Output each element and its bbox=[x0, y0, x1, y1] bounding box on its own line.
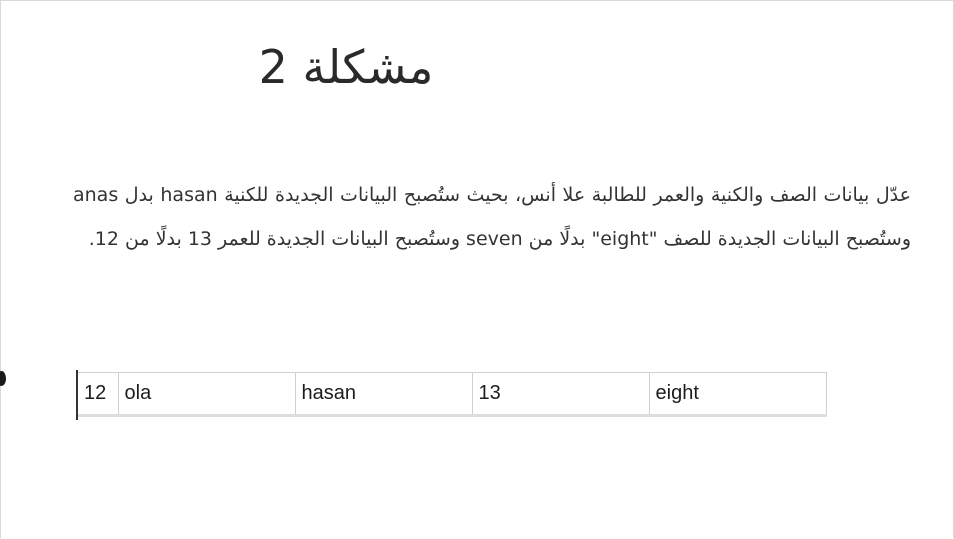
data-table: 12 ola hasan 13 eight bbox=[78, 372, 827, 417]
edge-marker bbox=[0, 371, 6, 386]
cell-last-name: hasan bbox=[294, 372, 473, 417]
cell-age: 13 bbox=[471, 372, 650, 417]
student-record-table: 12 ola hasan 13 eight bbox=[76, 370, 828, 420]
slide-frame: مشكلة 2 عدّل بيانات الصف والكنية والعمر … bbox=[0, 0, 954, 538]
cell-class: eight bbox=[648, 372, 827, 417]
problem-title: مشكلة 2 bbox=[258, 40, 434, 94]
table-row: 12 ola hasan 13 eight bbox=[78, 372, 827, 417]
problem-description: عدّل بيانات الصف والكنية والعمر للطالبة … bbox=[73, 184, 911, 250]
cell-id: 12 bbox=[78, 372, 119, 417]
cell-first-name: ola bbox=[117, 372, 296, 417]
